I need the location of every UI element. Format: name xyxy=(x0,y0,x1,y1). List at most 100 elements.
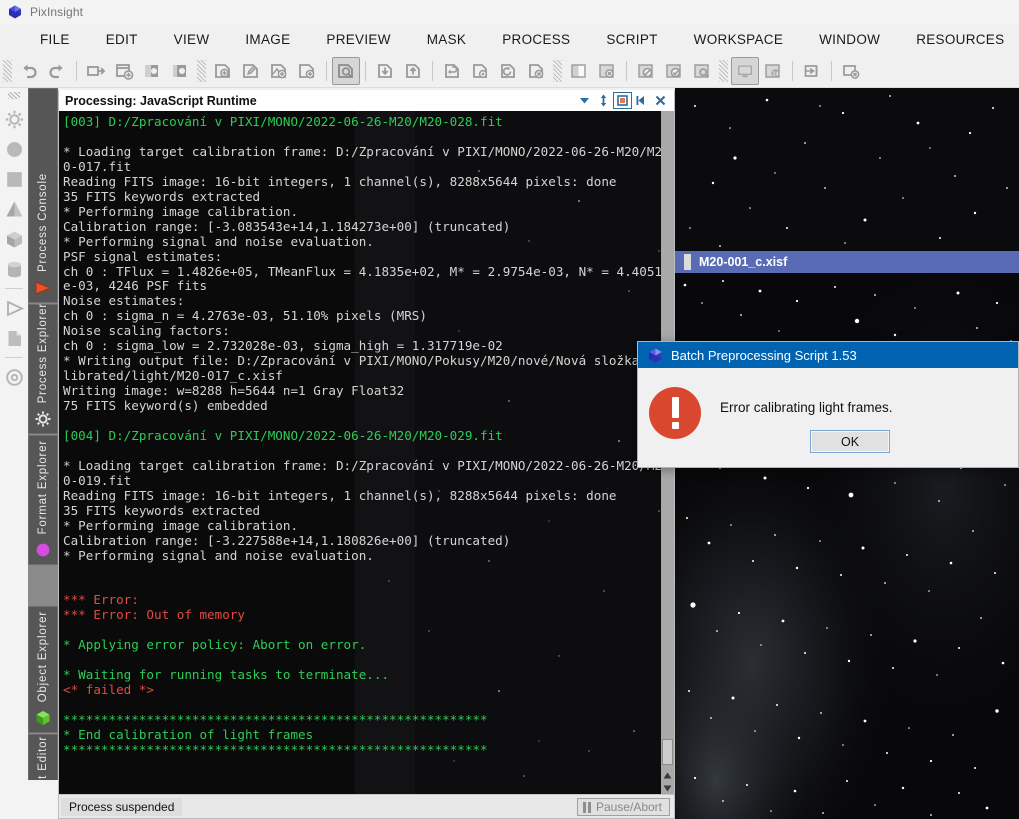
toolbar-grip-4[interactable] xyxy=(719,59,728,82)
gear-icon[interactable] xyxy=(1,104,27,134)
dock-left-icon[interactable] xyxy=(632,92,651,109)
menu-resources[interactable]: RESOURCES xyxy=(898,28,1019,51)
circle-icon[interactable] xyxy=(1,134,27,164)
console-line: 35 FITS keywords extracted xyxy=(63,502,261,518)
console-line: Calibration range: [-3.083543e+14,1.1842… xyxy=(63,218,511,234)
resize-vertical-icon[interactable] xyxy=(594,92,613,109)
menu-bar: FILE EDIT VIEW IMAGE PREVIEW MASK PROCES… xyxy=(0,24,1019,54)
open-image-icon[interactable] xyxy=(110,57,138,85)
dock-window-icon[interactable] xyxy=(798,57,826,85)
close-window-icon[interactable] xyxy=(837,57,865,85)
menu-workspace[interactable]: WORKSPACE xyxy=(676,28,801,51)
dropdown-arrow-icon[interactable] xyxy=(575,92,594,109)
disable-mask-icon[interactable] xyxy=(632,57,660,85)
revert-icon[interactable] xyxy=(438,57,466,85)
redo-icon[interactable] xyxy=(43,57,71,85)
remove-mask-icon[interactable] xyxy=(593,57,621,85)
process-settings-icon[interactable] xyxy=(466,57,494,85)
toolbar-separator-6 xyxy=(792,60,793,81)
enable-mask-icon[interactable] xyxy=(660,57,688,85)
show-mask-icon[interactable] xyxy=(688,57,716,85)
left-strip-grip[interactable] xyxy=(8,92,20,99)
toolbar-grip-3[interactable] xyxy=(553,59,562,82)
console-title: Processing: JavaScript Runtime xyxy=(65,93,257,108)
menu-mask[interactable]: MASK xyxy=(409,28,484,51)
dock-tab-label: Format Explorer xyxy=(37,439,49,534)
toolbar-separator-3 xyxy=(365,60,366,81)
console-line: * Loading target calibration frame: D:/Z… xyxy=(63,143,662,174)
menu-window[interactable]: WINDOW xyxy=(801,28,898,51)
menu-image[interactable]: IMAGE xyxy=(227,28,308,51)
pause-icon xyxy=(582,801,591,813)
fullscreen-icon[interactable] xyxy=(731,56,759,85)
crop-preview-icon[interactable] xyxy=(293,57,321,85)
save-as-image-icon[interactable] xyxy=(166,57,194,85)
zoom-preview-icon[interactable] xyxy=(332,56,360,85)
console-line: <* failed *> xyxy=(63,682,154,698)
toolbar-separator-4 xyxy=(432,60,433,81)
pixinsight-logo-icon xyxy=(8,5,22,19)
new-preview-icon[interactable] xyxy=(209,57,237,85)
cylinder-icon[interactable] xyxy=(1,254,27,284)
console-line: Reading FITS image: 16-bit integers, 1 c… xyxy=(63,173,617,189)
save-image-icon[interactable] xyxy=(138,57,166,85)
image-window-title-bar[interactable]: M20-001_c.xisf xyxy=(675,251,1019,273)
dock-tab-process-explorer[interactable]: Process Explorer xyxy=(28,303,58,434)
export-icon[interactable] xyxy=(399,57,427,85)
starfield-upper xyxy=(675,88,1019,251)
close-process-icon[interactable] xyxy=(522,57,550,85)
menu-process[interactable]: PROCESS xyxy=(484,28,588,51)
image-window-grip[interactable] xyxy=(684,254,691,270)
error-exclamation-icon xyxy=(649,387,701,439)
page-icon[interactable] xyxy=(1,323,27,353)
console-line: ch 0 : sigma_low = 2.732028e-03, sigma_h… xyxy=(63,338,503,354)
duplicate-preview-icon[interactable] xyxy=(265,57,293,85)
toolbar-separator-2 xyxy=(326,60,327,81)
console-line: * Waiting for running tasks to terminate… xyxy=(63,667,390,683)
24bit-icon[interactable]: 24 xyxy=(759,57,787,85)
left-strip-divider-2 xyxy=(5,357,23,358)
menu-view[interactable]: VIEW xyxy=(156,28,228,51)
cube-icon[interactable] xyxy=(1,224,27,254)
reset-icon[interactable] xyxy=(494,57,522,85)
dialog-title-bar[interactable]: Batch Preprocessing Script 1.53 xyxy=(638,342,1018,368)
menu-file[interactable]: FILE xyxy=(22,28,88,51)
console-line: *** Error: Out of memory xyxy=(63,607,245,623)
scroll-up-icon[interactable] xyxy=(661,769,674,782)
console-title-bar[interactable]: Processing: JavaScript Runtime xyxy=(59,90,674,111)
arrow-icon[interactable] xyxy=(1,293,27,323)
target-icon[interactable] xyxy=(1,362,27,392)
console-line: [003] D:/Zpracování v PIXI/MONO/2022-06-… xyxy=(63,114,503,129)
square-icon[interactable] xyxy=(1,164,27,194)
maximize-icon[interactable] xyxy=(613,92,632,109)
ok-button[interactable]: OK xyxy=(810,430,890,453)
dock-tab-object-explorer[interactable]: Object Explorer xyxy=(28,606,58,733)
menu-edit[interactable]: EDIT xyxy=(88,28,156,51)
close-icon[interactable] xyxy=(651,92,670,109)
console-status-bar: Process suspended Pause/Abort xyxy=(59,794,674,818)
error-dialog: Batch Preprocessing Script 1.53 Error ca… xyxy=(637,341,1019,468)
menu-preview[interactable]: PREVIEW xyxy=(308,28,408,51)
console-line: * Loading target calibration frame: D:/Z… xyxy=(63,457,662,488)
image-window-title: M20-001_c.xisf xyxy=(699,255,788,269)
new-image-icon[interactable] xyxy=(82,57,110,85)
pyramid-icon[interactable] xyxy=(1,194,27,224)
console-output-area[interactable]: [003] D:/Zpracování v PIXI/MONO/2022-06-… xyxy=(59,111,674,795)
dock-tab-process-console[interactable]: Process Console xyxy=(28,88,58,303)
mask-toggle-icon[interactable] xyxy=(565,57,593,85)
toolbar-grip[interactable] xyxy=(3,59,12,82)
import-icon[interactable] xyxy=(371,57,399,85)
undo-icon[interactable] xyxy=(15,57,43,85)
red-play-icon xyxy=(34,279,52,297)
dialog-body: Error calibrating light frames. OK xyxy=(638,368,1018,467)
console-line: 35 FITS keywords extracted xyxy=(63,188,261,204)
menu-script[interactable]: SCRIPT xyxy=(588,28,675,51)
pause-abort-button[interactable]: Pause/Abort xyxy=(576,798,670,816)
pixinsight-logo-icon xyxy=(648,348,663,363)
dock-tab-format-explorer[interactable]: Format Explorer xyxy=(28,435,58,565)
scrollbar-thumb[interactable] xyxy=(662,739,673,765)
edit-preview-icon[interactable] xyxy=(237,57,265,85)
toolbar-grip-2[interactable] xyxy=(197,59,206,82)
